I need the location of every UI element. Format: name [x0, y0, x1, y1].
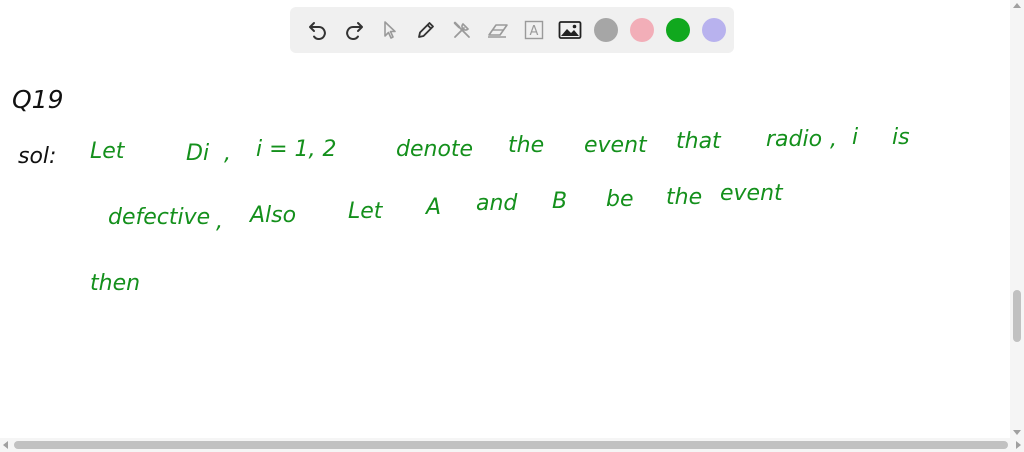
- solution-label: sol:: [18, 144, 56, 169]
- horizontal-scrollbar[interactable]: [0, 438, 1024, 452]
- word-then: then: [90, 271, 140, 296]
- vertical-scroll-thumb[interactable]: [1013, 290, 1021, 342]
- word-let-2: Let: [348, 199, 384, 224]
- word-comma-1: ,: [224, 141, 231, 166]
- word-a: A: [424, 195, 441, 220]
- word-b: B: [552, 189, 567, 214]
- word-event-2: event: [720, 181, 784, 206]
- scroll-up-arrow-icon[interactable]: [1013, 3, 1021, 8]
- scroll-left-arrow-icon[interactable]: [3, 441, 8, 449]
- word-the-2: the: [666, 185, 702, 210]
- word-defective: defective: [108, 205, 210, 230]
- word-event-1: event: [584, 133, 648, 158]
- word-i: i: [852, 125, 858, 150]
- word-the-1: the: [508, 133, 544, 158]
- scroll-right-arrow-icon[interactable]: [1016, 441, 1021, 449]
- vertical-scrollbar[interactable]: [1010, 0, 1024, 438]
- word-comma-3: ,: [216, 209, 223, 234]
- whiteboard-canvas[interactable]: A Q19 sol: Let Di , i = 1, 2 denote the …: [0, 0, 1024, 452]
- word-denote: denote: [396, 137, 473, 162]
- word-also: Also: [248, 203, 296, 228]
- word-and: and: [476, 191, 518, 216]
- word-i-range: i = 1, 2: [256, 137, 337, 162]
- word-that: that: [676, 129, 722, 154]
- handwritten-notes: Q19 sol: Let Di , i = 1, 2 denote the ev…: [12, 85, 910, 296]
- scroll-down-arrow-icon[interactable]: [1013, 430, 1021, 435]
- word-comma-2: ,: [830, 127, 837, 152]
- word-be: be: [606, 187, 634, 212]
- question-label: Q19: [12, 85, 64, 114]
- word-di: Di: [186, 141, 209, 166]
- word-let: Let: [90, 139, 126, 164]
- horizontal-scroll-thumb[interactable]: [14, 441, 1008, 449]
- word-is: is: [892, 125, 910, 150]
- word-radio: radio: [766, 127, 822, 152]
